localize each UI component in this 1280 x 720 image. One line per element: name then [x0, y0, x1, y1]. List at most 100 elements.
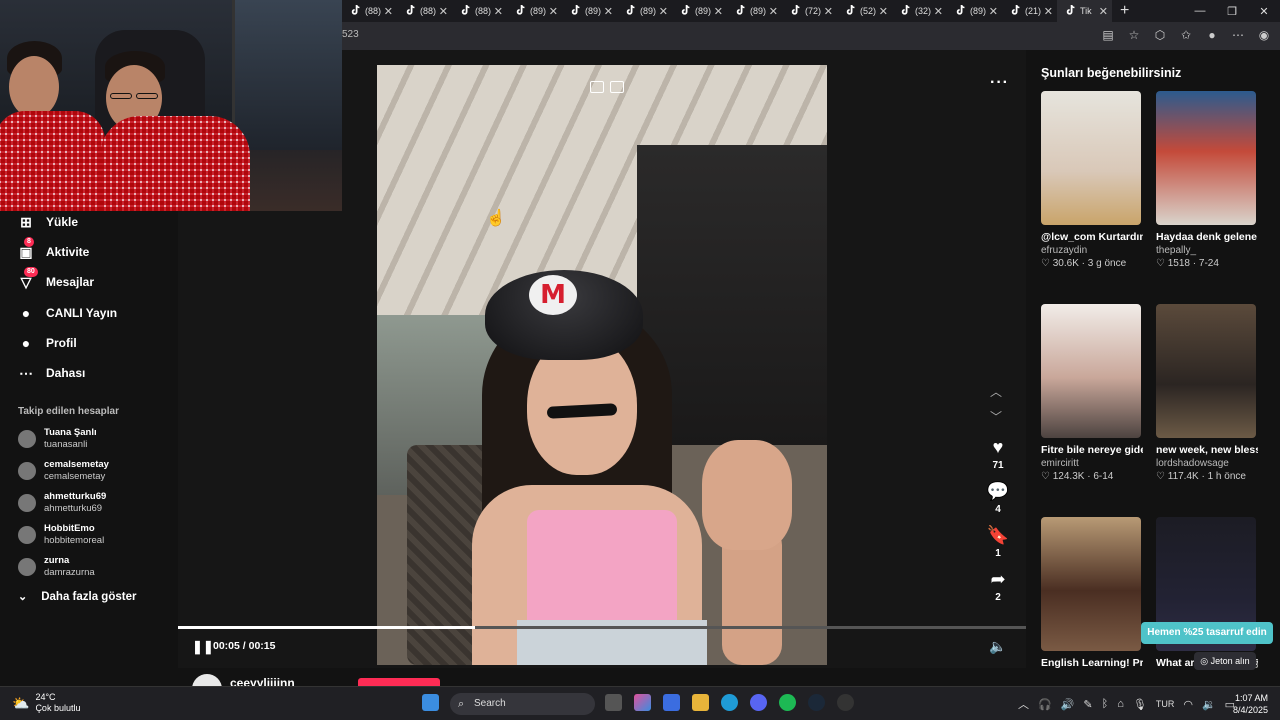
- copilot-app-icon[interactable]: [634, 694, 651, 711]
- get-coins-button[interactable]: ◎ Jeton alın: [1194, 652, 1256, 670]
- video-thumbnail[interactable]: [1156, 91, 1256, 225]
- tab-close-icon[interactable]: ✕: [1099, 5, 1108, 18]
- extensions-icon[interactable]: ⬡: [1152, 26, 1168, 44]
- browser-tab[interactable]: (89) ✕: [507, 0, 562, 22]
- video-thumbnail[interactable]: [1041, 91, 1141, 225]
- browser-tab[interactable]: (89) ✕: [727, 0, 782, 22]
- browser-tab[interactable]: (89) ✕: [947, 0, 1002, 22]
- show-more-button[interactable]: ⌄ Daha fazla göster: [18, 590, 136, 604]
- pen-icon[interactable]: ✎: [1083, 698, 1092, 711]
- recommended-video-card[interactable]: new week, new blessings#lordshad... lords…: [1156, 304, 1258, 482]
- tab-close-icon[interactable]: ✕: [824, 5, 833, 18]
- url-text[interactable]: 523: [342, 29, 359, 40]
- recommended-video-card[interactable]: Haydaa denk gelene bakın😂 😂 #ertassl... t…: [1156, 91, 1258, 269]
- speaker-icon[interactable]: 🔊: [1061, 698, 1075, 711]
- tray-expand-icon[interactable]: ︿: [1018, 696, 1029, 712]
- recommended-video-card[interactable]: @lcw_com Kurtardım seni hayatım... efruza…: [1041, 91, 1143, 269]
- volume-icon[interactable]: 🔈: [989, 638, 1006, 655]
- browser-tab[interactable]: (88) ✕: [397, 0, 452, 22]
- volume-tray-icon[interactable]: 🔉: [1202, 698, 1216, 711]
- edge-icon[interactable]: [721, 694, 738, 711]
- minimize-icon[interactable]: —: [1184, 5, 1216, 17]
- headset-icon[interactable]: 🎧: [1038, 698, 1052, 711]
- windows-start-icon[interactable]: [422, 694, 439, 711]
- card-author[interactable]: thepally_: [1156, 245, 1258, 256]
- tab-close-icon[interactable]: ✕: [1044, 5, 1053, 18]
- taskbar-search[interactable]: ⌕ Search: [450, 693, 595, 715]
- profile-avatar-icon[interactable]: ●: [1204, 26, 1220, 44]
- video-thumbnail[interactable]: [1041, 304, 1141, 438]
- browser-tab[interactable]: (88) ✕: [342, 0, 397, 22]
- task-view-icon[interactable]: [605, 694, 622, 711]
- video-thumbnail[interactable]: [1156, 304, 1256, 438]
- tab-close-icon[interactable]: ✕: [879, 5, 888, 18]
- restore-icon[interactable]: ❐: [1216, 5, 1248, 18]
- browser-tab[interactable]: (32) ✕: [892, 0, 947, 22]
- bluetooth-icon[interactable]: ᛒ: [1102, 698, 1109, 710]
- video-thumbnail[interactable]: [1041, 517, 1141, 651]
- network-icon[interactable]: ⌂: [1117, 698, 1124, 710]
- reader-mode-icon[interactable]: ▤: [1100, 26, 1116, 44]
- browser-tab[interactable]: (72) ✕: [782, 0, 837, 22]
- discord-icon[interactable]: [750, 694, 767, 711]
- share-button[interactable]: ➦ 2: [985, 569, 1011, 603]
- video-progress-bar[interactable]: [178, 626, 1026, 629]
- pause-icon[interactable]: ❚❚: [192, 639, 214, 655]
- followed-account[interactable]: ahmetturku69 ahmetturku69: [18, 491, 106, 515]
- sidebar-item-upload[interactable]: ⊞ Yükle: [18, 214, 78, 230]
- tab-close-icon[interactable]: ✕: [604, 5, 613, 18]
- browser-tab[interactable]: (89) ✕: [562, 0, 617, 22]
- card-author[interactable]: lordshadowsage: [1156, 458, 1258, 469]
- steam-icon[interactable]: [808, 694, 825, 711]
- video-frame[interactable]: M: [377, 65, 827, 665]
- spotify-icon[interactable]: [779, 694, 796, 711]
- language-indicator[interactable]: TUR: [1156, 699, 1175, 709]
- browser-tab[interactable]: Tik ✕: [1057, 0, 1112, 22]
- browser-tab[interactable]: (21) ✕: [1002, 0, 1057, 22]
- discount-banner[interactable]: Hemen %25 tasarruf edin: [1141, 622, 1273, 644]
- browser-tab[interactable]: (88) ✕: [452, 0, 507, 22]
- tab-close-icon[interactable]: ✕: [439, 5, 448, 18]
- fullscreen-icon[interactable]: [610, 81, 624, 93]
- tab-close-icon[interactable]: ✕: [989, 5, 998, 18]
- previous-video-icon[interactable]: ︿: [990, 383, 1002, 400]
- wifi-icon[interactable]: ◠: [1183, 698, 1193, 711]
- tab-close-icon[interactable]: ✕: [769, 5, 778, 18]
- card-author[interactable]: emirciritt: [1041, 458, 1143, 469]
- followed-account[interactable]: Tuana Şanlı tuanasanli: [18, 427, 97, 451]
- tab-close-icon[interactable]: ✕: [714, 5, 723, 18]
- sidebar-item-activity[interactable]: ▣ 8 Aktivite: [18, 237, 89, 260]
- tab-close-icon[interactable]: ✕: [494, 5, 503, 18]
- close-window-icon[interactable]: ✕: [1248, 5, 1280, 18]
- like-button[interactable]: ♥ 71: [985, 437, 1011, 471]
- comment-button[interactable]: 💬 4: [985, 481, 1011, 515]
- tab-close-icon[interactable]: ✕: [384, 5, 393, 18]
- store-icon[interactable]: [663, 694, 680, 711]
- mic-icon[interactable]: 🎙: [1133, 698, 1147, 711]
- copilot-icon[interactable]: ◉: [1256, 26, 1272, 44]
- favorites-icon[interactable]: ✩: [1178, 26, 1194, 44]
- sidebar-item-more[interactable]: ⋯ Dahası: [18, 365, 85, 381]
- pip-icon[interactable]: [590, 81, 604, 93]
- followed-account[interactable]: zurna damrazurna: [18, 555, 95, 579]
- followed-account[interactable]: cemalsemetay cemalsemetay: [18, 459, 109, 483]
- tab-close-icon[interactable]: ✕: [934, 5, 943, 18]
- tab-close-icon[interactable]: ✕: [549, 5, 558, 18]
- file-explorer-icon[interactable]: [692, 694, 709, 711]
- obs-icon[interactable]: [837, 694, 854, 711]
- more-options-icon[interactable]: ···: [990, 74, 1009, 92]
- recommended-video-card[interactable]: What ar... chances @NEMZZZ...: [1156, 517, 1258, 670]
- favorite-star-icon[interactable]: ☆: [1126, 26, 1142, 44]
- sidebar-item-messages[interactable]: ▽ 80 Mesajlar: [18, 267, 94, 290]
- save-button[interactable]: 🔖 1: [985, 525, 1011, 559]
- recommended-video-card[interactable]: English Learning! Pronounce these...: [1041, 517, 1143, 670]
- menu-dots-icon[interactable]: ⋯: [1230, 26, 1246, 44]
- next-video-icon[interactable]: ﹀: [990, 408, 1002, 425]
- browser-tab[interactable]: (52) ✕: [837, 0, 892, 22]
- recommended-video-card[interactable]: Fitre bile nereye gideceğini biliyor... e…: [1041, 304, 1143, 482]
- tab-close-icon[interactable]: ✕: [659, 5, 668, 18]
- browser-tab[interactable]: (89) ✕: [617, 0, 672, 22]
- sidebar-item-profile[interactable]: ● Profil: [18, 335, 77, 351]
- followed-account[interactable]: HobbitEmo hobbitemoreal: [18, 523, 104, 547]
- browser-tab[interactable]: (89) ✕: [672, 0, 727, 22]
